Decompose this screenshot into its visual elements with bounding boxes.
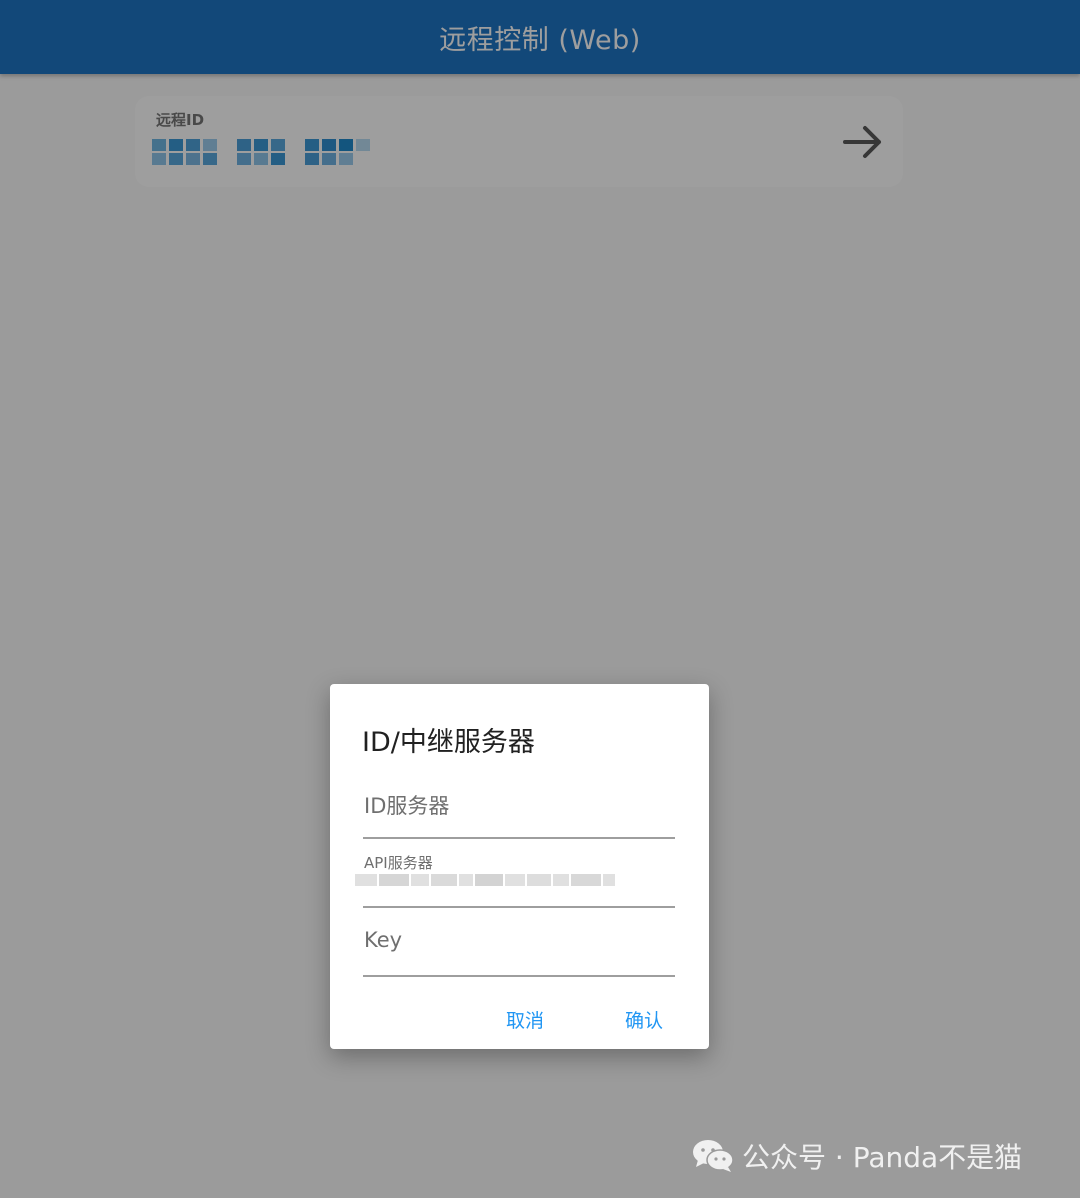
dialog-actions: 取消 确认 [330, 1006, 709, 1036]
dialog-title: ID/中继服务器 [362, 727, 535, 758]
confirm-button[interactable]: 确认 [625, 1006, 663, 1033]
key-field[interactable]: Key [363, 922, 675, 977]
key-placeholder: Key [364, 928, 403, 952]
api-server-field[interactable]: API服务器 [355, 850, 675, 908]
server-settings-dialog: ID/中继服务器 ID服务器 API服务器 Key 取消 确认 [330, 684, 709, 1049]
api-server-label: API服务器 [364, 854, 433, 872]
id-server-field[interactable]: ID服务器 [363, 784, 675, 839]
watermark: 公众号 · Panda不是猫 [692, 1134, 1022, 1178]
cancel-button[interactable]: 取消 [506, 1006, 544, 1033]
id-server-placeholder: ID服务器 [364, 794, 450, 818]
watermark-text: 公众号 · Panda不是猫 [742, 1141, 1023, 1174]
api-server-value-obscured [355, 874, 615, 886]
wechat-icon [693, 1140, 734, 1172]
